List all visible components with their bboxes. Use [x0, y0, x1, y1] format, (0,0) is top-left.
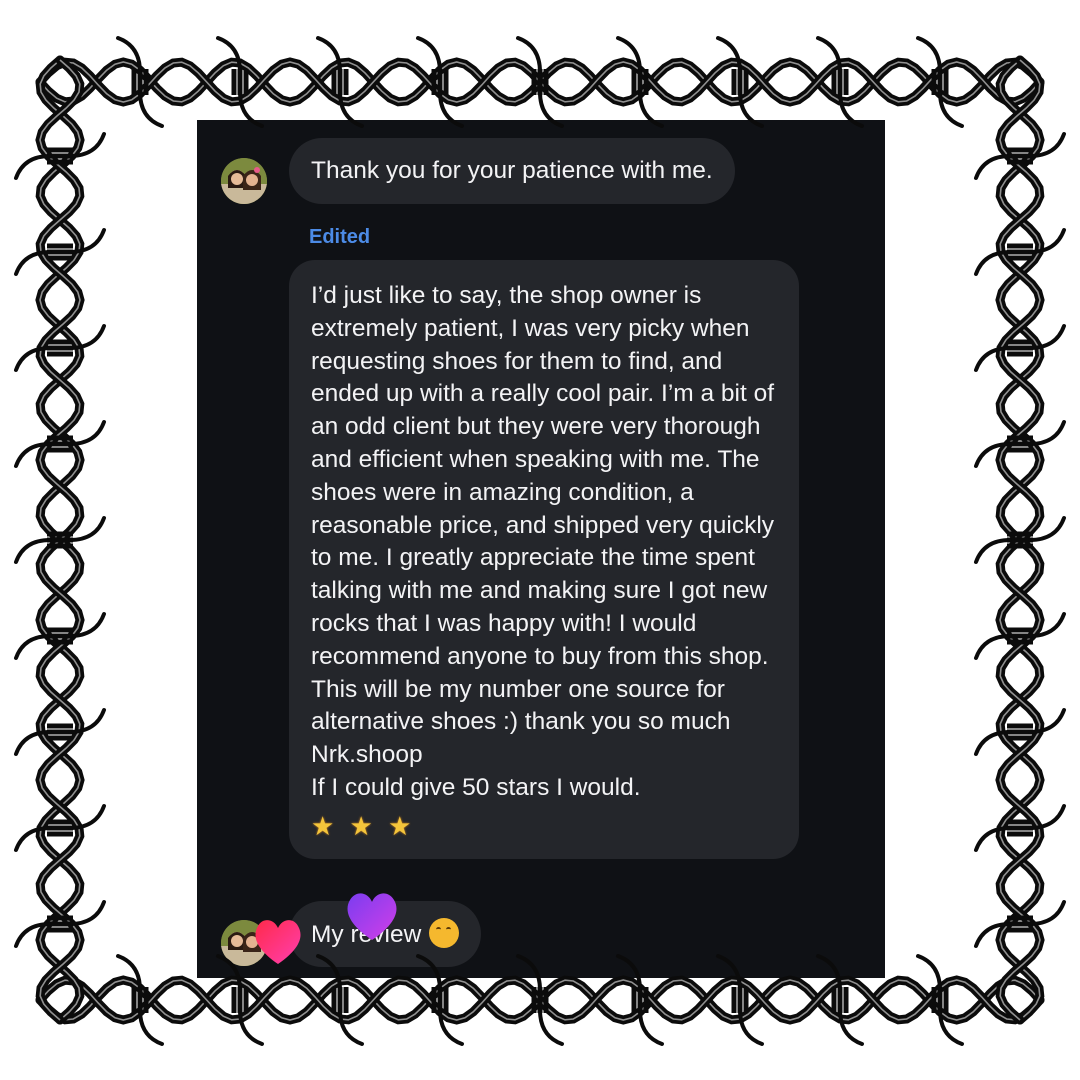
message-bubble[interactable]: Thank you for your patience with me.	[289, 138, 735, 204]
message-text: Thank you for your patience with me.	[311, 157, 713, 184]
red-heart-icon	[255, 920, 301, 964]
glowing-star-icon: ★ ★ ★	[311, 810, 416, 841]
edited-label: Edited	[309, 226, 371, 248]
avatar[interactable]	[221, 158, 267, 204]
glowing-star-emoji-row: ★ ★ ★	[311, 809, 779, 843]
chat-screen: Thank you for your patience with me. Edi…	[197, 120, 885, 978]
face-with-hand-over-mouth-icon	[429, 918, 460, 948]
review-closing-line: If I could give 50 stars I would.	[311, 773, 641, 801]
review-text: I’d just like to say, the shop owner is …	[311, 282, 775, 769]
review-message-bubble[interactable]: I’d just like to say, the shop owner is …	[289, 260, 799, 859]
purple-heart-icon	[347, 893, 397, 940]
